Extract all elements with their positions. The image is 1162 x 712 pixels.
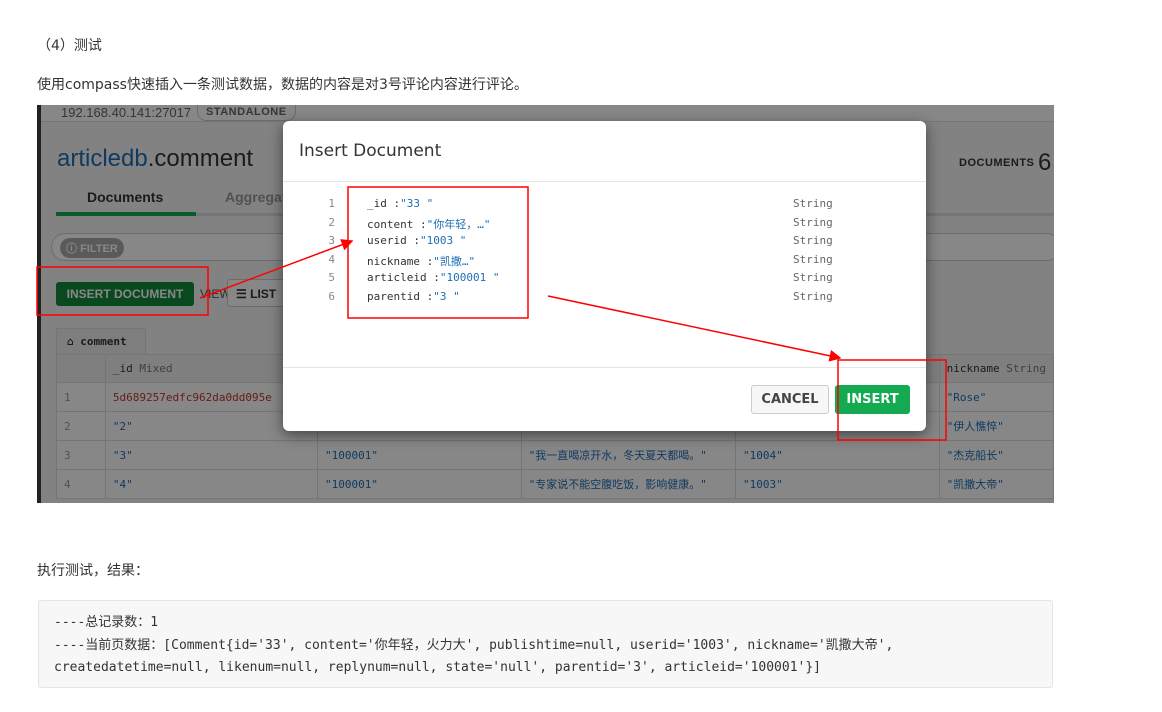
editor-line[interactable]: 2 content :"你年轻，…" String <box>283 216 926 235</box>
compass-screenshot: 192.168.40.141:27017 STANDALONE articled… <box>37 105 1054 503</box>
result-line: ----当前页数据：[Comment{id='33', content='你年轻… <box>54 637 894 653</box>
field: _id :"33 " <box>367 197 434 210</box>
intro-text: 使用compass快速插入一条测试数据，数据的内容是对3号评论内容进行评论。 <box>37 77 528 93</box>
field-type: String <box>793 215 833 229</box>
result-code-block: ----总记录数：1 ----当前页数据：[Comment{id='33', co… <box>38 600 1053 688</box>
field: content :"你年轻，…" <box>367 217 491 231</box>
field: nickname :"凯撒…" <box>367 254 476 268</box>
result-line: ----总记录数：1 <box>54 615 159 630</box>
line-number: 5 <box>328 271 335 285</box>
line-number: 6 <box>328 289 335 303</box>
field-type: String <box>793 197 833 210</box>
result-label: 执行测试，结果： <box>37 563 149 579</box>
result-line: createdatetime=null, likenum=null, reply… <box>54 660 822 675</box>
editor-line[interactable]: 3 userid :"1003 " String <box>283 234 926 253</box>
editor-line[interactable]: 4 nickname :"凯撒…" String <box>283 253 926 272</box>
field-type: String <box>793 252 833 266</box>
field-type: String <box>793 271 833 285</box>
field: parentid :"3 " <box>367 289 460 303</box>
line-number: 3 <box>328 234 335 248</box>
field: userid :"1003 " <box>367 234 467 248</box>
document-editor[interactable]: 1 _id :"33 " String 2 content :"你年轻，…" String… <box>283 197 926 309</box>
insert-button[interactable]: INSERT <box>835 385 910 414</box>
modal-title: Insert Document <box>283 121 926 182</box>
insert-document-modal: Insert Document 1 _id :"33 " String 2 conten… <box>283 121 926 431</box>
editor-line[interactable]: 1 _id :"33 " String <box>283 197 926 216</box>
editor-line[interactable]: 6 parentid :"3 " String <box>283 290 926 309</box>
cancel-button[interactable]: CANCEL <box>751 385 829 414</box>
editor-line[interactable]: 5 articleid :"100001 " String <box>283 271 926 290</box>
line-number: 4 <box>328 252 335 266</box>
modal-footer-divider <box>283 367 926 368</box>
line-number: 2 <box>328 215 335 229</box>
field-type: String <box>793 289 833 303</box>
field: articleid :"100001 " <box>367 271 500 285</box>
line-number: 1 <box>328 197 335 210</box>
section-heading: （4）测试 <box>37 38 102 54</box>
field-type: String <box>793 234 833 248</box>
